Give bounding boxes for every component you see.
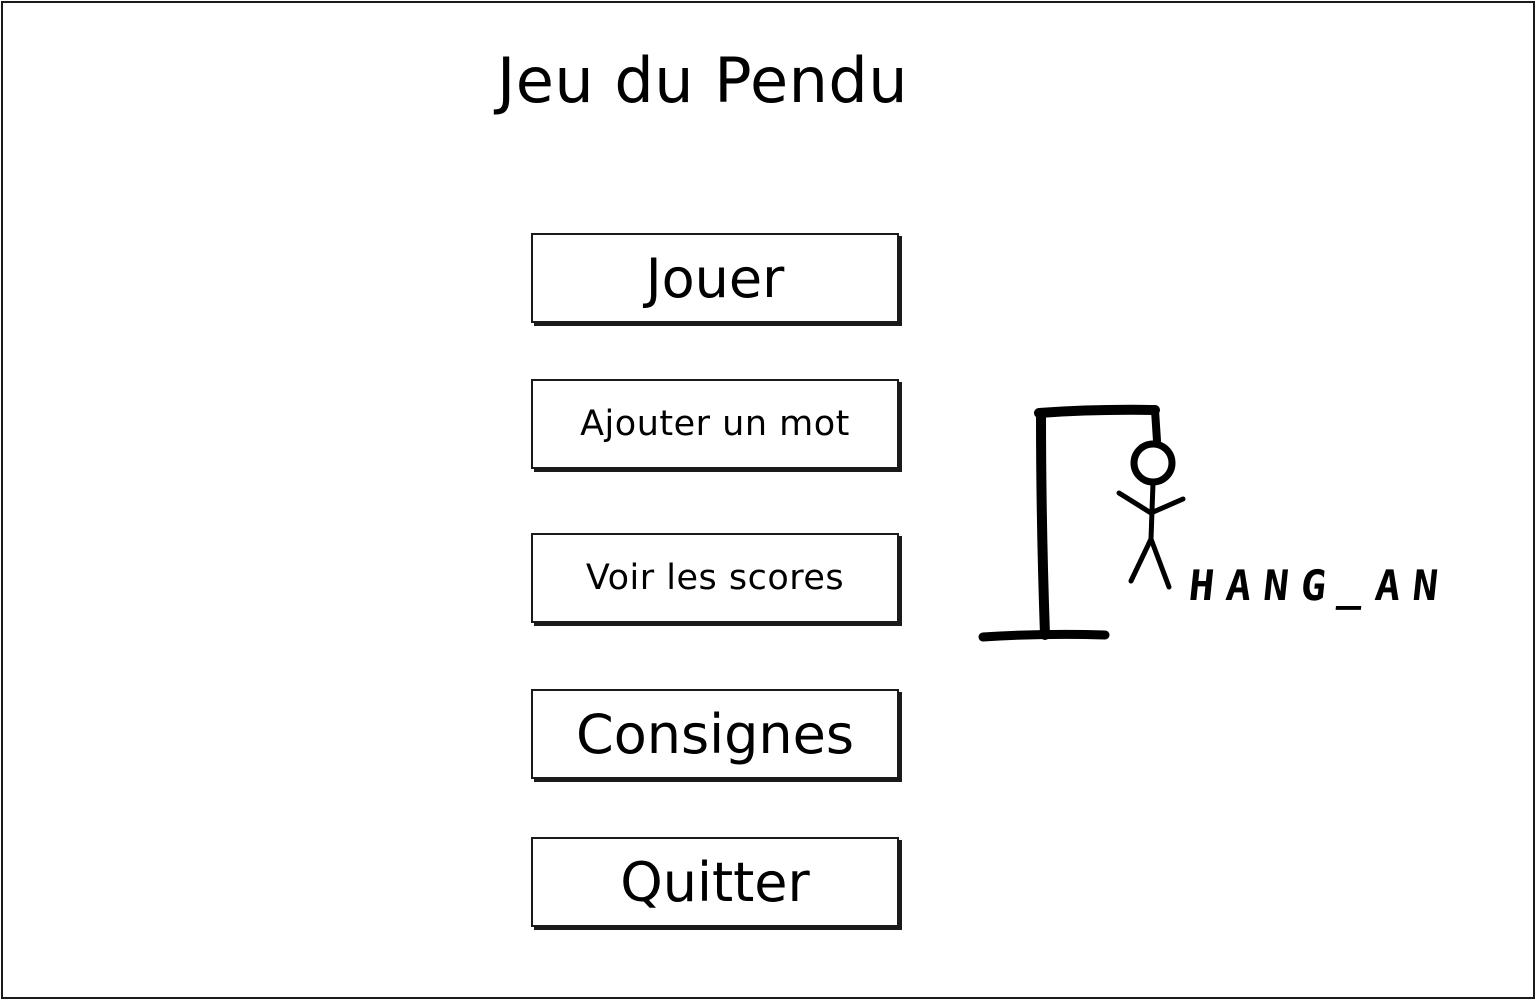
quit-button[interactable]: Quitter (531, 837, 899, 927)
play-button[interactable]: Jouer (531, 233, 899, 323)
rules-button[interactable]: Consignes (531, 689, 899, 779)
add-word-button[interactable]: Ajouter un mot (531, 379, 899, 469)
view-scores-button[interactable]: Voir les scores (531, 533, 899, 623)
hangman-gallows-icon (978, 404, 1186, 642)
hangman-logo: HANG_AN (975, 401, 1465, 651)
page-title: Jeu du Pendu (497, 44, 909, 117)
hangman-word: HANG_AN (1186, 561, 1453, 610)
app-window: Jeu du Pendu Jouer Ajouter un mot Voir l… (1, 1, 1535, 999)
